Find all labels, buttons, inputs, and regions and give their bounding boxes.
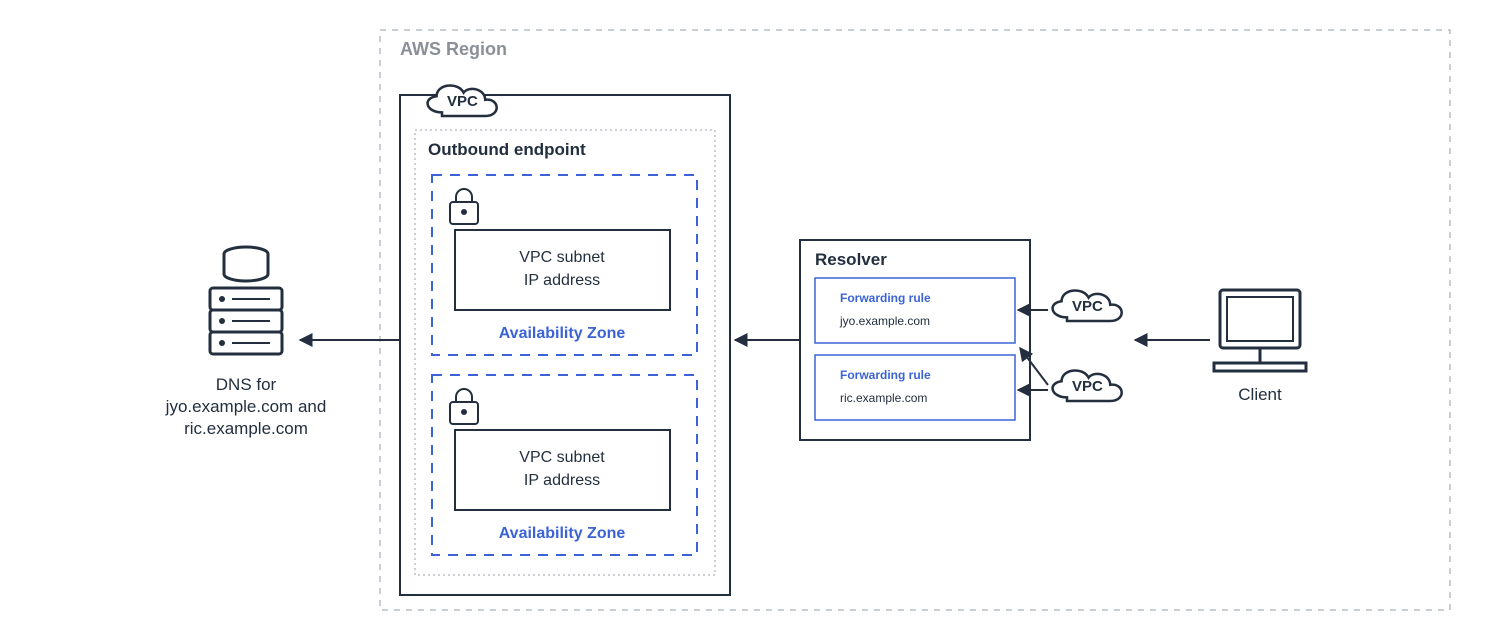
vpc-cloud-icon: VPC: [428, 86, 497, 116]
vpc-cloud-2-label: VPC: [1072, 378, 1103, 395]
client-icon: Client: [1214, 290, 1306, 404]
az1-ip-line2: IP address: [524, 272, 600, 289]
rule1-domain: jyo.example.com: [839, 314, 930, 328]
dns-line3: ric.example.com: [184, 419, 308, 438]
resolver-label: Resolver: [815, 250, 887, 269]
forwarding-rule-1: Forwarding rule jyo.example.com: [815, 278, 1015, 343]
forwarding-rule-2: Forwarding rule ric.example.com: [815, 355, 1015, 420]
az2-label: Availability Zone: [499, 525, 626, 542]
resolver-box: Resolver Forwarding rule jyo.example.com…: [800, 240, 1030, 440]
aws-region-label: AWS Region: [400, 39, 507, 59]
rule2-title: Forwarding rule: [840, 368, 931, 382]
vpc-cloud-2: VPC: [1053, 371, 1122, 401]
rule1-title: Forwarding rule: [840, 291, 931, 305]
dns-server-icon: [210, 247, 282, 354]
dns-line1: DNS for: [216, 375, 277, 394]
diagram-canvas: AWS Region VPC Outbound endpoint VPC sub…: [0, 0, 1500, 634]
az1-ip-line1: VPC subnet: [519, 249, 605, 266]
rule2-domain: ric.example.com: [840, 391, 927, 405]
vpc-cloud-1: VPC: [1053, 291, 1122, 321]
vpc-cloud-label: VPC: [447, 93, 478, 110]
az2-ip-line2: IP address: [524, 472, 600, 489]
client-label: Client: [1238, 385, 1282, 404]
dns-line2: jyo.example.com and: [165, 397, 327, 416]
vpc-cloud-1-label: VPC: [1072, 298, 1103, 315]
az2-ip-line1: VPC subnet: [519, 449, 605, 466]
az1-label: Availability Zone: [499, 325, 626, 342]
outbound-endpoint-label: Outbound endpoint: [428, 140, 586, 159]
